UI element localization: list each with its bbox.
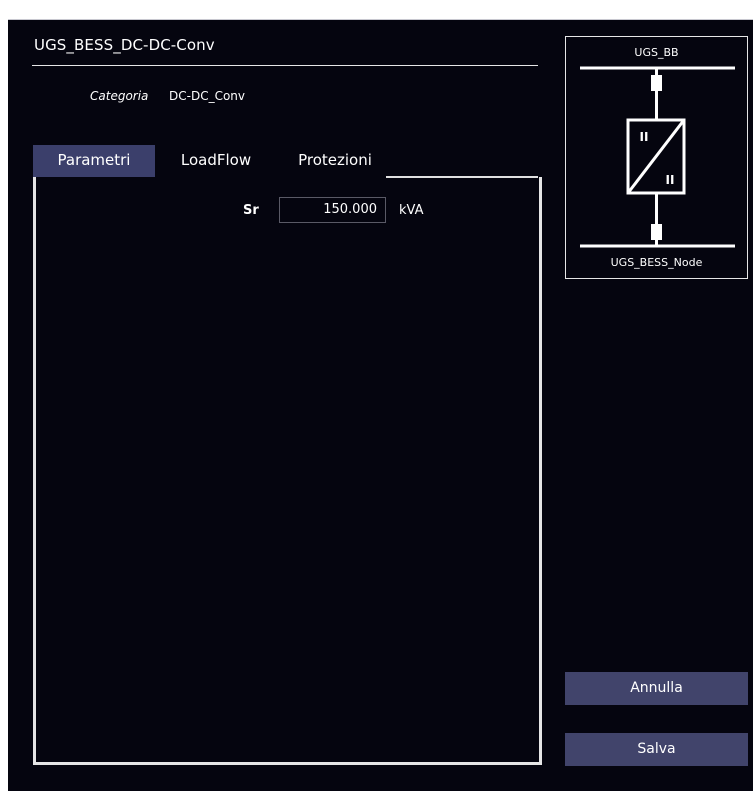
- converter-dc-out-label: II: [666, 173, 675, 187]
- bottom-bus-label: UGS_BESS_Node: [611, 256, 703, 269]
- dialog-window: UGS_BESS_DC-DC-Conv Categoria DC-DC_Conv…: [8, 19, 753, 791]
- single-line-diagram: UGS_BB II II UGS_BESS_Node: [565, 36, 748, 279]
- top-bus-label: UGS_BB: [634, 46, 678, 59]
- dc-dc-converter-icon: II II: [626, 118, 686, 195]
- tab-loadflow[interactable]: LoadFlow: [165, 145, 267, 177]
- tab-protezioni[interactable]: Protezioni: [283, 145, 387, 177]
- sr-input[interactable]: 150.000: [279, 197, 386, 223]
- tab-parametri[interactable]: Parametri: [33, 145, 155, 177]
- dialog-title: UGS_BESS_DC-DC-Conv: [34, 36, 215, 54]
- sr-label: Sr: [243, 203, 259, 218]
- category-value: DC-DC_Conv: [169, 89, 245, 103]
- category-label: Categoria: [90, 89, 149, 103]
- sr-unit: kVA: [399, 203, 424, 218]
- annulla-button[interactable]: Annulla: [565, 672, 748, 705]
- title-divider: [32, 65, 538, 66]
- parameters-panel: [33, 177, 542, 765]
- bottom-breaker: [651, 224, 662, 240]
- converter-dc-in-label: II: [640, 130, 649, 144]
- salva-button[interactable]: Salva: [565, 733, 748, 766]
